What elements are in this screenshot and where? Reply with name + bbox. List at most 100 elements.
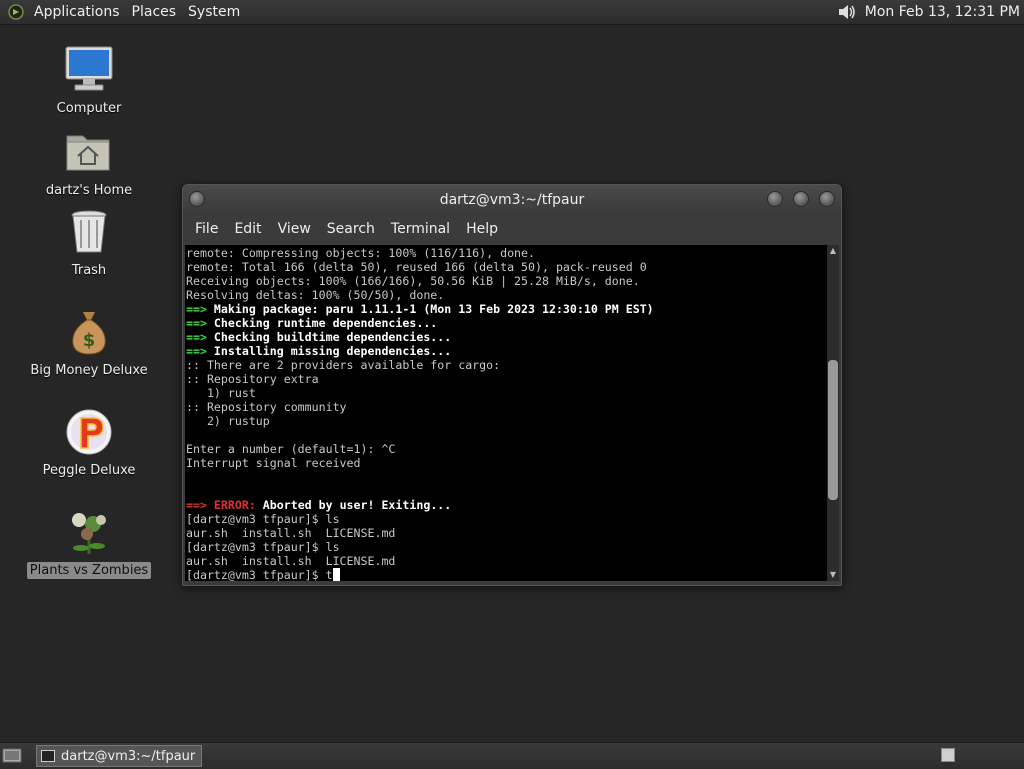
menu-search[interactable]: Search bbox=[319, 221, 383, 237]
desktop-icon-label: Plants vs Zombies bbox=[26, 562, 152, 579]
terminal-segment: Receiving objects: 100% (166/166), 50.56… bbox=[186, 274, 640, 288]
scroll-up-icon[interactable]: ▲ bbox=[827, 245, 839, 257]
terminal-segment: Checking runtime dependencies... bbox=[213, 316, 438, 330]
desktop-icon-home[interactable]: dartz's Home bbox=[24, 126, 154, 199]
desktop-icon-label: Peggle Deluxe bbox=[42, 463, 136, 478]
distro-logo-icon[interactable] bbox=[8, 4, 24, 20]
desktop-icon-big-money[interactable]: $ Big Money Deluxe bbox=[24, 306, 154, 379]
top-panel: Applications Places System Mon Feb 13, 1… bbox=[0, 0, 1024, 25]
menu-applications[interactable]: Applications bbox=[28, 4, 126, 20]
terminal-segment: :: Repository extra bbox=[186, 372, 319, 386]
terminal-segment: remote: Total 166 (delta 50), reused 166… bbox=[186, 260, 647, 274]
taskbar-label: dartz@vm3:~/tfpaur bbox=[61, 748, 196, 764]
menu-places[interactable]: Places bbox=[126, 4, 183, 20]
maximize-icon[interactable] bbox=[793, 191, 809, 207]
terminal-line: 2) rustup bbox=[186, 414, 270, 428]
terminal-line: aur.sh install.sh LICENSE.md bbox=[186, 554, 395, 568]
terminal-text: remote: Compressing objects: 100% (116/1… bbox=[185, 245, 827, 581]
menu-terminal[interactable]: Terminal bbox=[383, 221, 458, 237]
terminal-scrollbar[interactable]: ▲ ▼ bbox=[827, 245, 839, 581]
trash-icon bbox=[63, 206, 115, 258]
desktop-icon-peggle[interactable]: Peggle Deluxe bbox=[24, 406, 154, 479]
menu-help[interactable]: Help bbox=[458, 221, 506, 237]
volume-icon[interactable] bbox=[837, 3, 857, 21]
home-folder-icon bbox=[63, 126, 115, 178]
terminal-segment: [dartz@vm3 tfpaur]$ ls bbox=[186, 512, 340, 526]
terminal-segment: 2) rustup bbox=[186, 414, 270, 428]
desktop-icon-plants-vs-zombies[interactable]: Plants vs Zombies bbox=[24, 506, 154, 579]
terminal-segment: Enter a number (default=1): ^C bbox=[186, 442, 396, 456]
plants-vs-zombies-icon bbox=[63, 506, 115, 558]
terminal-line: remote: Total 166 (delta 50), reused 166… bbox=[186, 260, 647, 274]
terminal-segment: :: Repository community bbox=[186, 400, 347, 414]
show-desktop-icon[interactable] bbox=[2, 747, 22, 765]
terminal-line: :: Repository extra bbox=[186, 372, 319, 386]
terminal-segment: Interrupt signal received bbox=[186, 456, 361, 470]
terminal-line: aur.sh install.sh LICENSE.md bbox=[186, 526, 395, 540]
terminal-line: Enter a number (default=1): ^C bbox=[186, 442, 395, 456]
desktop-icon-trash[interactable]: Trash bbox=[24, 206, 154, 279]
svg-text:$: $ bbox=[83, 330, 96, 351]
terminal-line: Resolving deltas: 100% (50/50), done. bbox=[186, 288, 444, 302]
terminal-segment: ==> bbox=[186, 302, 214, 316]
terminal-segment: [dartz@vm3 tfpaur]$ t bbox=[186, 568, 333, 581]
desktop-icon-label: dartz's Home bbox=[45, 183, 133, 198]
terminal-line: ==> ERROR: Aborted by user! Exiting... bbox=[186, 498, 451, 512]
window-titlebar[interactable]: dartz@vm3:~/tfpaur bbox=[183, 185, 841, 215]
terminal-segment: ERROR: bbox=[213, 498, 263, 512]
desktop-icon-label: Big Money Deluxe bbox=[30, 363, 148, 378]
bottom-panel: dartz@vm3:~/tfpaur bbox=[0, 742, 1024, 769]
terminal-segment: ==> bbox=[186, 498, 214, 512]
money-bag-icon: $ bbox=[63, 306, 115, 358]
scroll-down-icon[interactable]: ▼ bbox=[827, 569, 839, 581]
terminal-segment: [dartz@vm3 tfpaur]$ ls bbox=[186, 540, 340, 554]
terminal-icon bbox=[41, 750, 55, 762]
terminal-line: [dartz@vm3 tfpaur]$ ls bbox=[186, 540, 340, 554]
terminal-line: ==> Making package: paru 1.11.1-1 (Mon 1… bbox=[186, 302, 654, 316]
window-title: dartz@vm3:~/tfpaur bbox=[439, 192, 585, 208]
computer-icon bbox=[63, 44, 115, 96]
terminal-line: :: There are 2 providers available for c… bbox=[186, 358, 500, 372]
terminal-segment: Aborted by user! Exiting... bbox=[262, 498, 452, 512]
terminal-output[interactable]: remote: Compressing objects: 100% (116/1… bbox=[185, 245, 827, 581]
terminal-line: ==> Checking runtime dependencies... bbox=[186, 316, 437, 330]
terminal-segment: Resolving deltas: 100% (50/50), done. bbox=[186, 288, 445, 302]
clock[interactable]: Mon Feb 13, 12:31 PM bbox=[865, 4, 1020, 20]
desktop-icon-label: Trash bbox=[71, 263, 107, 278]
terminal-line: ==> Checking buildtime dependencies... bbox=[186, 330, 451, 344]
terminal-line: [dartz@vm3 tfpaur]$ t bbox=[186, 568, 340, 581]
minimize-icon[interactable] bbox=[767, 191, 783, 207]
terminal-segment: aur.sh install.sh LICENSE.md bbox=[186, 554, 396, 568]
terminal-segment: aur.sh install.sh LICENSE.md bbox=[186, 526, 396, 540]
desktop-icon-computer[interactable]: Computer bbox=[24, 44, 154, 117]
terminal-segment: Checking buildtime dependencies... bbox=[213, 330, 452, 344]
scroll-thumb[interactable] bbox=[828, 360, 838, 501]
taskbar-terminal-button[interactable]: dartz@vm3:~/tfpaur bbox=[36, 745, 202, 767]
terminal-line: 1) rust bbox=[186, 386, 256, 400]
menu-edit[interactable]: Edit bbox=[226, 221, 269, 237]
terminal-menubar: File Edit View Search Terminal Help bbox=[183, 215, 841, 243]
terminal-cursor bbox=[332, 568, 340, 581]
menu-view[interactable]: View bbox=[270, 221, 319, 237]
terminal-segment: ==> bbox=[186, 316, 214, 330]
terminal-segment: remote: Compressing objects: 100% (116/1… bbox=[186, 246, 536, 260]
menu-system[interactable]: System bbox=[182, 4, 246, 20]
terminal-line: remote: Compressing objects: 100% (116/1… bbox=[186, 246, 535, 260]
terminal-line: Receiving objects: 100% (166/166), 50.56… bbox=[186, 274, 640, 288]
terminal-segment: 1) rust bbox=[186, 386, 256, 400]
window-menu-icon[interactable] bbox=[189, 191, 205, 207]
terminal-line: [dartz@vm3 tfpaur]$ ls bbox=[186, 512, 340, 526]
terminal-segment: ==> bbox=[186, 344, 214, 358]
workspace-switcher-icon[interactable] bbox=[941, 748, 955, 762]
terminal-line: :: Repository community bbox=[186, 400, 347, 414]
terminal-segment: ==> bbox=[186, 330, 214, 344]
terminal-segment: Installing missing dependencies... bbox=[213, 344, 452, 358]
terminal-segment: Making package: paru 1.11.1-1 (Mon 13 Fe… bbox=[213, 302, 654, 316]
close-icon[interactable] bbox=[819, 191, 835, 207]
peggle-icon bbox=[63, 406, 115, 458]
desktop-icon-label: Computer bbox=[56, 101, 122, 116]
terminal-line: Interrupt signal received bbox=[186, 456, 361, 470]
terminal-window[interactable]: dartz@vm3:~/tfpaur File Edit View Search… bbox=[182, 184, 842, 586]
terminal-line: ==> Installing missing dependencies... bbox=[186, 344, 451, 358]
menu-file[interactable]: File bbox=[187, 221, 226, 237]
